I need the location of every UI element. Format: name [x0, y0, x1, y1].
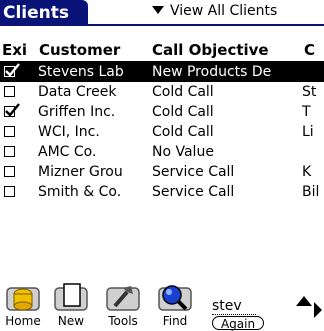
checkbox-checked[interactable] — [4, 63, 20, 77]
magnifier-icon — [158, 285, 192, 311]
title-rule — [0, 24, 324, 26]
title-bar: Clients View All Clients — [0, 0, 324, 26]
find-text-value[interactable]: stev — [212, 298, 256, 315]
checkbox[interactable] — [4, 86, 15, 97]
checkbox[interactable] — [4, 146, 15, 157]
column-header-call-objective[interactable]: Call Objective — [152, 40, 298, 60]
call-objective-cell: Service Call — [152, 164, 235, 180]
home-icon — [6, 287, 40, 311]
call-objective-cell: New Products De — [152, 64, 272, 80]
bottom-toolbar: Home New Tools Find stev Again — [0, 278, 324, 331]
table-row[interactable]: Smith & Co. Service Call Bil — [0, 182, 324, 202]
c-cell: St — [302, 84, 317, 100]
find-label: Find — [162, 314, 188, 328]
table-header: Exi Customer Call Objective C — [0, 40, 324, 62]
checkmark-icon — [5, 63, 20, 77]
customer-cell: Smith & Co. — [38, 184, 122, 200]
app-title[interactable]: Clients — [0, 0, 88, 26]
customer-cell: WCI, Inc. — [38, 124, 100, 140]
view-picker[interactable]: View All Clients — [152, 3, 277, 19]
new-document-icon — [54, 283, 88, 311]
c-cell: T — [302, 104, 311, 120]
customer-cell: Data Creek — [38, 84, 117, 100]
dropdown-arrow-icon — [152, 6, 164, 14]
tools-button[interactable]: Tools — [100, 278, 146, 328]
new-button[interactable]: New — [48, 278, 94, 328]
home-label: Home — [5, 314, 41, 328]
column-header-customer[interactable]: Customer — [39, 40, 150, 60]
c-cell: Bil — [302, 184, 320, 200]
column-header-exi[interactable]: Exi — [2, 40, 36, 60]
call-objective-cell: Cold Call — [152, 104, 214, 120]
tools-icon — [106, 286, 140, 311]
new-label: New — [57, 314, 85, 328]
table-row[interactable]: Data Creek Cold Call St — [0, 82, 324, 102]
table-row[interactable]: AMC Co. No Value — [0, 142, 324, 162]
find-button[interactable]: Find — [152, 278, 198, 328]
c-cell: K — [302, 164, 312, 180]
view-picker-label: View All Clients — [170, 3, 278, 19]
table-row[interactable]: Stevens Lab New Products De — [0, 62, 324, 82]
scroll-arrows-icon[interactable] — [294, 292, 324, 328]
checkbox-checked[interactable] — [4, 103, 20, 117]
checkbox[interactable] — [4, 186, 15, 197]
call-objective-cell: No Value — [152, 144, 214, 160]
tools-label: Tools — [108, 314, 138, 328]
customer-cell: Mizner Grou — [38, 164, 123, 180]
checkbox[interactable] — [4, 166, 15, 177]
checkbox[interactable] — [4, 126, 15, 137]
client-table: Exi Customer Call Objective C Stevens La… — [0, 40, 324, 202]
table-row[interactable]: Mizner Grou Service Call K — [0, 162, 324, 182]
c-cell: Li — [302, 124, 314, 140]
table-row[interactable]: WCI, Inc. Cold Call Li — [0, 122, 324, 142]
column-header-c[interactable]: C — [304, 40, 324, 60]
call-objective-cell: Service Call — [152, 184, 235, 200]
call-objective-cell: Cold Call — [152, 84, 214, 100]
home-button[interactable]: Home — [0, 278, 46, 328]
customer-cell: AMC Co. — [38, 144, 97, 160]
call-objective-cell: Cold Call — [152, 124, 214, 140]
customer-cell: Stevens Lab — [38, 64, 124, 80]
table-body: Stevens Lab New Products De Data Creek Cold… — [0, 62, 324, 202]
checkmark-icon — [5, 103, 20, 117]
customer-cell: Griffen Inc. — [38, 104, 116, 120]
table-row[interactable]: Griffen Inc. Cold Call T — [0, 102, 324, 122]
